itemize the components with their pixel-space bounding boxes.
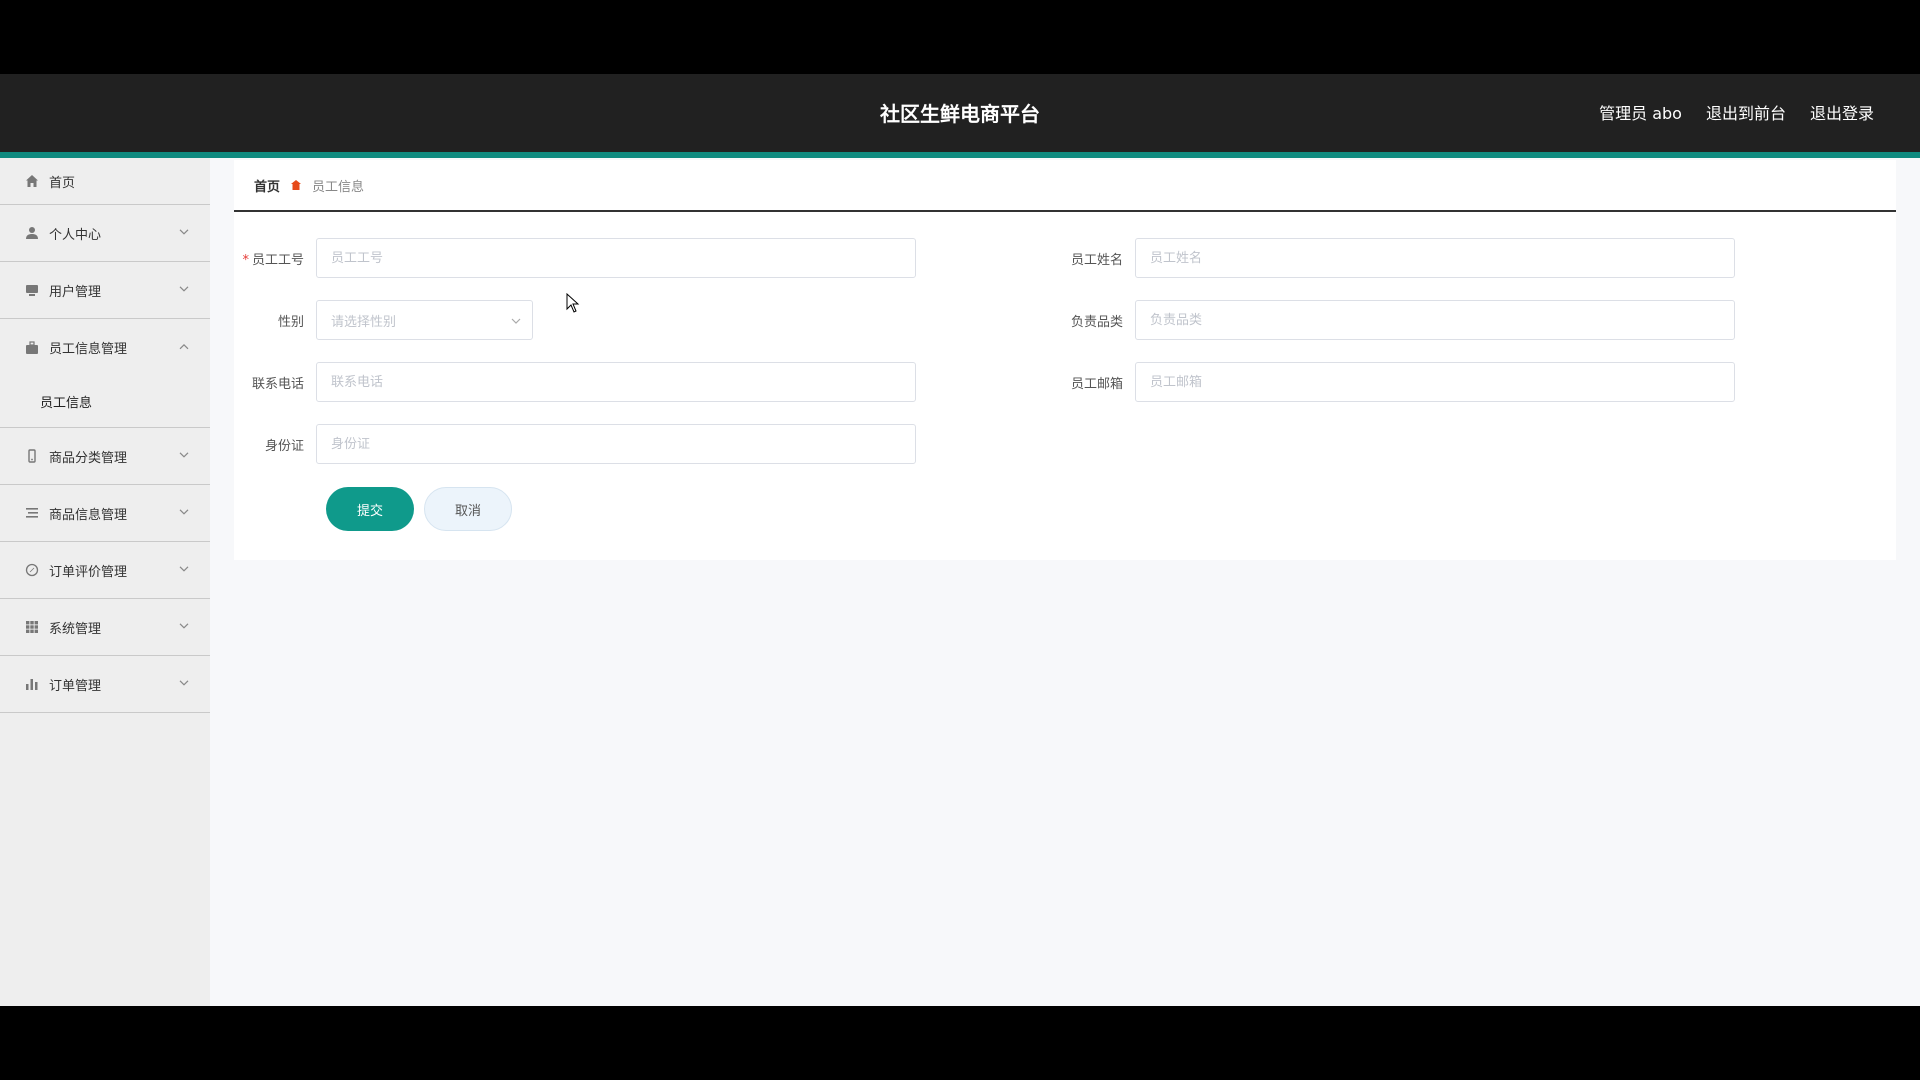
bar-chart-icon — [24, 676, 40, 692]
id-card-input[interactable] — [316, 424, 916, 464]
employee-name-label: 员工姓名 — [1070, 252, 1123, 268]
chevron-down-icon — [178, 620, 190, 632]
gender-select-placeholder: 请选择性别 — [331, 314, 397, 330]
chevron-down-icon — [178, 563, 190, 575]
chevron-down-icon — [510, 315, 522, 327]
sidebar-subitem-employee-info[interactable]: 员工信息 — [0, 376, 210, 428]
breadcrumb-current: 员工信息 — [312, 179, 365, 195]
monitor-icon — [24, 282, 40, 298]
admin-user-label[interactable]: 管理员 abo — [1599, 100, 1682, 124]
employee-no-input[interactable] — [316, 238, 916, 278]
chevron-down-icon — [178, 283, 190, 295]
sidebar-item-personal-center[interactable]: 个人中心 — [0, 205, 210, 262]
breadcrumb: 首页 员工信息 — [234, 160, 1896, 212]
form-row-category: 负责品类 — [1053, 300, 1735, 340]
form-row-id-card: 身份证 — [234, 424, 916, 464]
submit-button[interactable]: 提交 — [326, 487, 414, 531]
home-icon — [24, 173, 40, 189]
sidebar-item-label: 员工信息管理 — [49, 342, 128, 357]
sidebar-item-label: 首页 — [49, 175, 76, 191]
sidebar-item-system-management[interactable]: 系统管理 — [0, 599, 210, 656]
gender-label: 性别 — [277, 314, 304, 330]
list-icon — [24, 505, 40, 521]
header-actions: 管理员 abo 退出到前台 退出登录 — [1599, 100, 1874, 124]
phone-icon — [24, 448, 40, 464]
main-content: 首页 员工信息 *员工工号 员工姓名 性别 请选择性别 负责品类 — [234, 160, 1896, 560]
form-row-phone: 联系电话 — [234, 362, 916, 402]
sidebar-item-order-management[interactable]: 订单管理 — [0, 656, 210, 713]
cancel-button[interactable]: 取消 — [424, 487, 512, 531]
sidebar-item-label: 订单评价管理 — [49, 564, 128, 580]
employee-no-label: * 员工工号 — [234, 249, 304, 268]
employee-name-input[interactable] — [1135, 238, 1735, 278]
chevron-down-icon — [178, 677, 190, 689]
grid-icon — [24, 619, 40, 635]
form-row-email: 员工邮箱 — [1053, 362, 1735, 402]
sidebar-item-review-management[interactable]: 订单评价管理 — [0, 542, 210, 599]
required-asterisk: * — [242, 252, 249, 268]
email-label: 员工邮箱 — [1070, 376, 1123, 392]
user-icon — [24, 225, 40, 241]
sidebar: 首页 个人中心 用户管理 员工信息管理 员工信息 商品分类管理 商品信息管理 订… — [0, 158, 210, 1006]
chevron-down-icon — [178, 449, 190, 461]
sidebar-item-label: 商品分类管理 — [49, 450, 128, 466]
compass-icon — [24, 562, 40, 578]
mouse-cursor-icon — [566, 292, 580, 313]
sidebar-item-label: 订单管理 — [49, 678, 102, 694]
sidebar-item-user-management[interactable]: 用户管理 — [0, 262, 210, 319]
sidebar-item-label: 商品信息管理 — [49, 507, 128, 523]
sidebar-item-employee-management[interactable]: 员工信息管理 — [0, 319, 210, 376]
sidebar-item-label: 系统管理 — [49, 621, 102, 637]
chevron-up-icon — [178, 340, 190, 352]
form-row-employee-no: * 员工工号 — [234, 238, 916, 278]
chevron-down-icon — [178, 506, 190, 518]
category-label: 负责品类 — [1070, 314, 1123, 330]
category-input[interactable] — [1135, 300, 1735, 340]
sidebar-item-label: 用户管理 — [49, 284, 102, 300]
phone-label: 联系电话 — [251, 376, 304, 392]
email-input[interactable] — [1135, 362, 1735, 402]
logout-link[interactable]: 退出登录 — [1810, 100, 1874, 124]
form-row-gender: 性别 请选择性别 — [234, 300, 533, 340]
sidebar-item-product-management[interactable]: 商品信息管理 — [0, 485, 210, 542]
exit-to-front-link[interactable]: 退出到前台 — [1706, 100, 1786, 124]
app-frame: 社区生鲜电商平台 管理员 abo 退出到前台 退出登录 首页 个人中心 用户管理… — [0, 74, 1920, 1006]
id-card-label: 身份证 — [264, 438, 304, 454]
briefcase-icon — [24, 340, 40, 356]
accent-bar — [0, 152, 1920, 158]
form-row-employee-name: 员工姓名 — [1053, 238, 1735, 278]
phone-input[interactable] — [316, 362, 916, 402]
sidebar-item-label: 个人中心 — [49, 227, 102, 243]
chevron-down-icon — [178, 226, 190, 238]
house-separator-icon — [290, 179, 302, 191]
top-header: 社区生鲜电商平台 管理员 abo 退出到前台 退出登录 — [0, 74, 1920, 152]
breadcrumb-home[interactable]: 首页 — [254, 176, 280, 195]
gender-select[interactable]: 请选择性别 — [316, 300, 533, 340]
employee-no-label-text: 员工工号 — [251, 252, 304, 268]
sidebar-item-category-management[interactable]: 商品分类管理 — [0, 428, 210, 485]
sidebar-item-home[interactable]: 首页 — [0, 158, 210, 205]
